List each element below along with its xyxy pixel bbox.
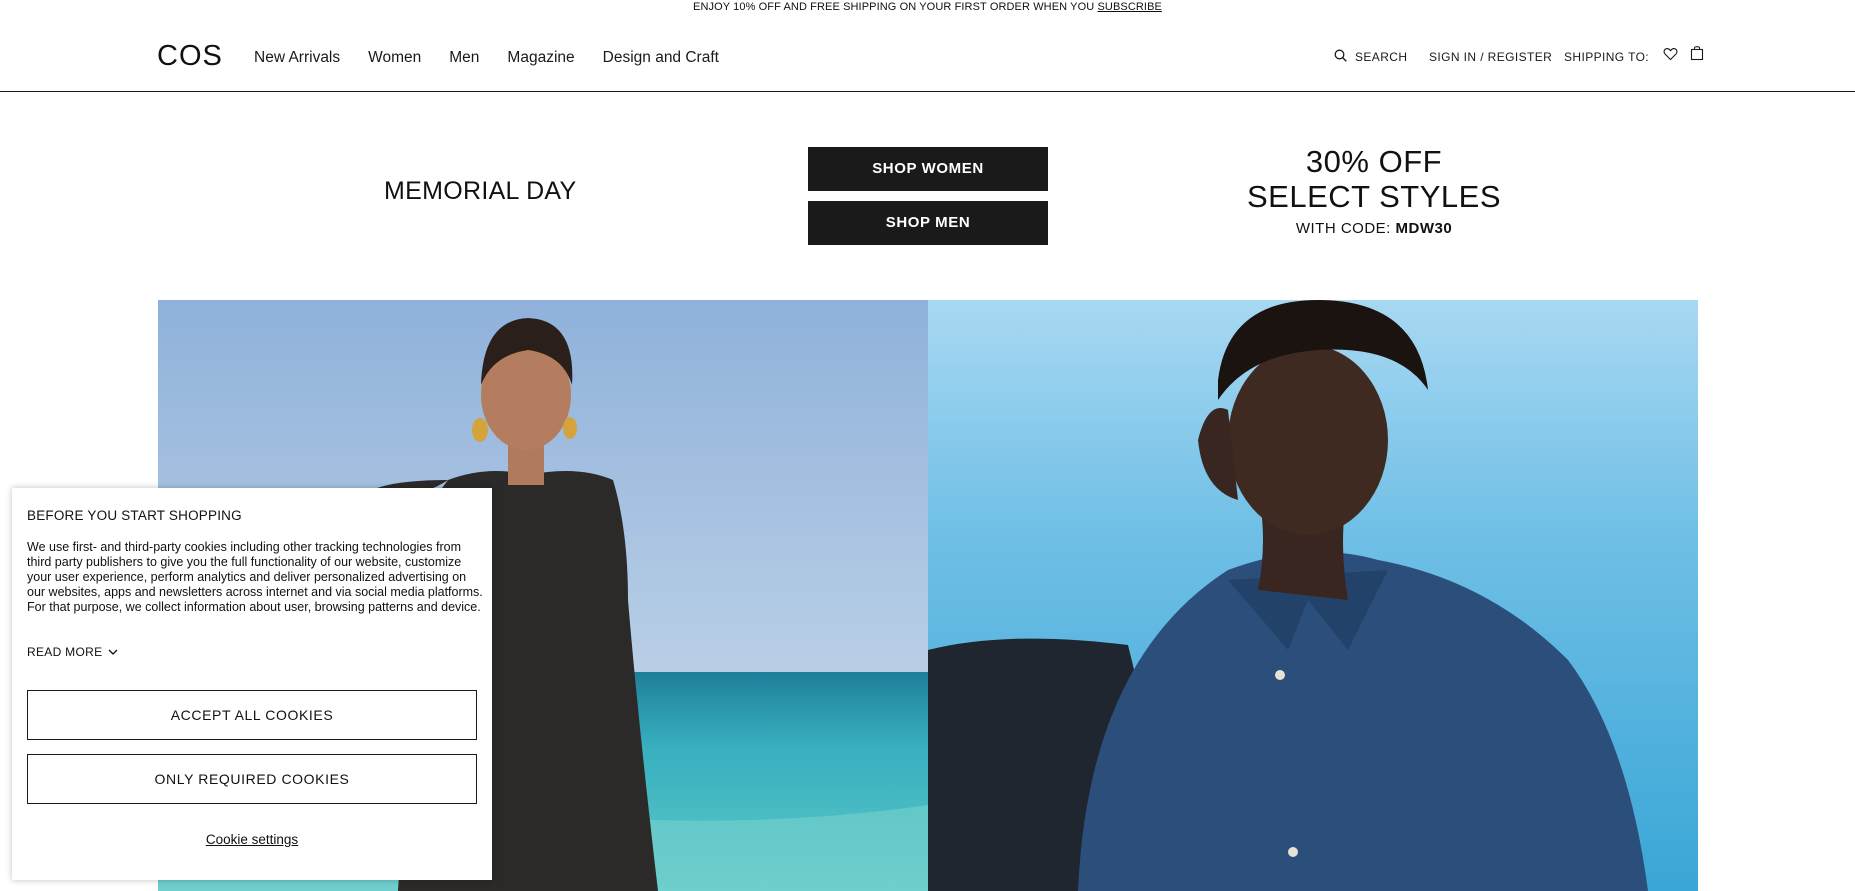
read-more-label: READ MORE (27, 645, 103, 659)
cookie-consent-dialog: BEFORE YOU START SHOPPING We use first- … (12, 488, 492, 880)
bag-icon[interactable] (1690, 45, 1704, 61)
sign-in-register-link[interactable]: SIGN IN / REGISTER (1429, 49, 1552, 65)
heart-icon[interactable] (1663, 47, 1678, 61)
subscribe-link[interactable]: SUBSCRIBE (1097, 1, 1161, 13)
offer-block: 30% OFF SELECT STYLES WITH CODE: MDW30 (1200, 144, 1548, 238)
promo-text: ENJOY 10% OFF AND FREE SHIPPING ON YOUR … (693, 1, 1098, 13)
search-icon[interactable] (1334, 49, 1347, 62)
shop-women-button[interactable]: SHOP WOMEN (808, 147, 1048, 191)
offer-code: MDW30 (1395, 220, 1453, 237)
nav-new-arrivals[interactable]: New Arrivals (254, 49, 340, 67)
cookie-settings-link[interactable]: Cookie settings (12, 832, 492, 847)
men-hero-image[interactable] (928, 300, 1698, 891)
logo[interactable]: COS (157, 41, 223, 71)
accept-all-cookies-button[interactable]: ACCEPT ALL COOKIES (27, 690, 477, 740)
nav-magazine[interactable]: Magazine (507, 49, 574, 67)
main-nav: New Arrivals Women Men Magazine Design a… (254, 49, 747, 67)
read-more-toggle[interactable]: READ MORE (27, 645, 118, 659)
shipping-to-selector[interactable]: SHIPPING TO: (1564, 49, 1649, 65)
chevron-down-icon (108, 649, 118, 656)
cookie-dialog-body: We use first- and third-party cookies in… (27, 540, 483, 614)
nav-design-and-craft[interactable]: Design and Craft (603, 49, 719, 67)
promo-bar: ENJOY 10% OFF AND FREE SHIPPING ON YOUR … (0, 0, 1855, 15)
nav-women[interactable]: Women (368, 49, 421, 67)
site-header: COS New Arrivals Women Men Magazine Desi… (0, 15, 1855, 92)
cookie-dialog-title: BEFORE YOU START SHOPPING (27, 508, 242, 523)
shop-men-button[interactable]: SHOP MEN (808, 201, 1048, 245)
offer-percent: 30% OFF (1305, 144, 1443, 179)
offer-code-line: WITH CODE: MDW30 (1200, 220, 1548, 238)
only-required-cookies-button[interactable]: ONLY REQUIRED COOKIES (27, 754, 477, 804)
nav-men[interactable]: Men (449, 49, 479, 67)
memorial-day-headline: MEMORIAL DAY (384, 177, 577, 205)
offer-select-styles: SELECT STYLES (1246, 179, 1502, 214)
offer-code-prefix: WITH CODE: (1295, 220, 1396, 237)
search-button[interactable]: SEARCH (1355, 49, 1407, 65)
